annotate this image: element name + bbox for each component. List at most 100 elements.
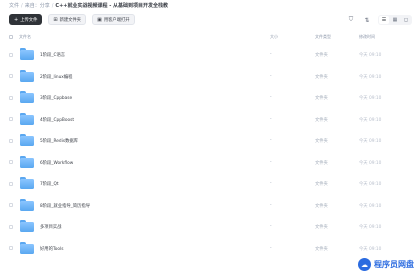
file-type: 文件夹 (315, 139, 328, 144)
file-name[interactable]: 7阶段_Qt (40, 181, 59, 187)
file-type: 文件夹 (315, 182, 328, 187)
folder-icon (20, 112, 34, 125)
file-modified: 今天 09:10 (359, 160, 382, 166)
client-icon: ▣ (97, 16, 102, 23)
watermark: ☁ 程序员网盘 (358, 258, 414, 271)
grid-view-icon[interactable]: ▦ (390, 16, 400, 24)
row-checkbox[interactable] (9, 224, 13, 229)
row-checkbox[interactable] (9, 74, 13, 78)
row-checkbox[interactable] (9, 138, 13, 143)
table-row[interactable]: 4阶段_CppBoost - 文件夹 今天 09:10 (9, 109, 412, 131)
breadcrumb-separator: / (21, 3, 23, 9)
header-name[interactable]: 文件名 (19, 34, 31, 40)
folder-icon (20, 220, 34, 232)
table-row[interactable]: 3阶段_Cppbase - 文件夹 今天 09:10 (9, 87, 412, 109)
folder-icon (20, 69, 34, 82)
file-modified: 今天 09:10 (359, 182, 382, 187)
breadcrumb: 文件 / 来自：分享 / C++就业实战视频课程 - 从基础到项目开发全栈教 (9, 2, 168, 11)
new-folder-button[interactable]: ⊞ 新建文件夹 (48, 14, 87, 25)
file-name[interactable]: 5阶段_Redis数据库 (40, 138, 78, 144)
file-type: 文件夹 (315, 74, 328, 80)
view-switcher: ☰ ▦ ◻ (378, 15, 412, 25)
breadcrumb-separator: / (51, 3, 54, 9)
row-checkbox[interactable] (9, 160, 13, 164)
filter-icon[interactable]: ⛉ (346, 16, 356, 25)
folder-icon (20, 198, 34, 211)
file-modified: 今天 09:10 (359, 53, 382, 58)
file-size: - (270, 116, 272, 122)
folder-icon (20, 48, 34, 60)
watermark-text: 程序员网盘 (374, 260, 414, 269)
file-list: 1阶段_C语言 - 文件夹 今天 09:10 2阶段_linux编程 - 文件夹… (9, 44, 412, 259)
open-client-button[interactable]: ▣ 用客户端打开 (92, 14, 135, 25)
new-folder-button-label: 新建文件夹 (59, 17, 82, 23)
file-modified: 今天 09:10 (359, 246, 382, 252)
table-row[interactable]: 多项目实战 - 文件夹 今天 09:10 (9, 216, 412, 238)
right-tools: ⛉ ⇅ ☰ ▦ ◻ (346, 15, 412, 25)
file-modified: 今天 09:10 (359, 139, 382, 144)
file-name[interactable]: 3阶段_Cppbase (40, 95, 72, 101)
file-type: 文件夹 (315, 53, 328, 58)
folder-icon (20, 91, 34, 103)
row-checkbox[interactable] (9, 203, 13, 207)
file-size: - (270, 138, 272, 143)
cloud-logo-icon: ☁ (358, 258, 371, 271)
header-modified[interactable]: 修改时间 (359, 34, 375, 40)
table-row[interactable]: 5阶段_Redis数据库 - 文件夹 今天 09:10 (9, 130, 412, 152)
file-size: - (270, 159, 272, 165)
file-size: - (270, 73, 272, 79)
table-header: 文件名 大小 文件类型 修改时间 (9, 32, 412, 42)
select-all-checkbox[interactable] (9, 34, 13, 39)
row-checkbox[interactable] (9, 246, 13, 250)
row-checkbox[interactable] (9, 117, 13, 121)
file-name[interactable]: 1阶段_C语言 (40, 52, 65, 58)
file-modified: 今天 09:10 (359, 225, 382, 230)
header-type[interactable]: 文件类型 (315, 34, 331, 40)
file-size: - (270, 52, 272, 57)
file-modified: 今天 09:10 (359, 96, 382, 101)
breadcrumb-item-current: C++就业实战视频课程 - 从基础到项目开发全栈教 (55, 3, 169, 9)
file-modified: 今天 09:10 (359, 117, 382, 123)
folder-icon (20, 134, 34, 146)
row-checkbox[interactable] (9, 95, 13, 100)
file-size: - (270, 181, 272, 186)
sort-icon[interactable]: ⇅ (362, 16, 372, 25)
header-size[interactable]: 大小 (270, 34, 278, 40)
file-name[interactable]: 8阶段_就业指导_简历指导 (40, 203, 90, 209)
row-checkbox[interactable] (9, 181, 13, 186)
table-row[interactable]: 1阶段_C语言 - 文件夹 今天 09:10 (9, 44, 412, 66)
file-size: - (270, 202, 272, 208)
table-row[interactable]: 8阶段_就业指导_简历指导 - 文件夹 今天 09:10 (9, 195, 412, 217)
file-size: - (270, 95, 272, 100)
file-modified: 今天 09:10 (359, 203, 382, 209)
folder-icon (20, 177, 34, 189)
upload-button-label: 上传文件 (20, 17, 38, 23)
plus-icon: + (14, 16, 19, 23)
file-type: 文件夹 (315, 225, 328, 230)
table-row[interactable]: 6阶段_Workflow - 文件夹 今天 09:10 (9, 152, 412, 174)
upload-button[interactable]: + 上传文件 (9, 14, 43, 25)
file-modified: 今天 09:10 (359, 74, 382, 80)
breadcrumb-item-shared[interactable]: 来自：分享 (25, 3, 50, 9)
toolbar: + 上传文件 ⊞ 新建文件夹 ▣ 用客户端打开 (9, 14, 135, 25)
thumbnail-view-icon[interactable]: ◻ (401, 16, 411, 24)
file-size: - (270, 224, 272, 229)
breadcrumb-item-files[interactable]: 文件 (9, 3, 19, 9)
file-type: 文件夹 (315, 160, 328, 166)
file-name[interactable]: 6阶段_Workflow (40, 160, 73, 166)
table-row[interactable]: 好用的Tools - 文件夹 今天 09:10 (9, 238, 412, 260)
file-type: 文件夹 (315, 246, 328, 252)
file-name[interactable]: 多项目实战 (40, 224, 61, 230)
list-view-icon[interactable]: ☰ (379, 16, 389, 24)
file-type: 文件夹 (315, 96, 328, 101)
file-name[interactable]: 好用的Tools (40, 246, 63, 252)
file-type: 文件夹 (315, 203, 328, 209)
table-row[interactable]: 7阶段_Qt - 文件夹 今天 09:10 (9, 173, 412, 195)
file-name[interactable]: 2阶段_linux编程 (40, 74, 72, 80)
table-row[interactable]: 2阶段_linux编程 - 文件夹 今天 09:10 (9, 66, 412, 88)
file-type: 文件夹 (315, 117, 328, 123)
file-name[interactable]: 4阶段_CppBoost (40, 117, 74, 123)
new-folder-icon: ⊞ (53, 16, 58, 23)
open-client-button-label: 用客户端打开 (103, 17, 130, 23)
row-checkbox[interactable] (9, 52, 13, 57)
